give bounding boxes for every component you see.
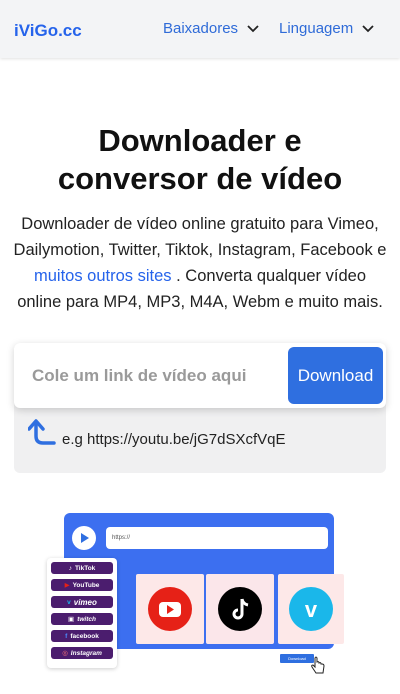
desc-line-4: online para MP4, MP3, M4A, Webm e muito … <box>17 293 383 311</box>
search-box: Download <box>14 343 386 408</box>
nav-baixadores-label: Baixadores <box>163 20 239 37</box>
video-link-input[interactable] <box>30 361 284 391</box>
tiktok-card <box>206 574 274 644</box>
desc-line-1: Downloader de vídeo online gratuito para… <box>21 215 379 233</box>
nav-linguagem-label: Linguagem <box>279 20 354 37</box>
logo[interactable]: iViGo.cc <box>14 21 82 41</box>
platform-youtube: ▶ YouTube <box>51 579 113 591</box>
other-sites-link[interactable]: muitos outros sites <box>34 267 172 285</box>
youtube-icon: ▶ <box>64 582 70 589</box>
youtube-icon <box>148 587 192 631</box>
facebook-icon: f <box>65 632 68 640</box>
search-panel: Download e.g https://youtu.be/jG7dSXcfVq… <box>14 343 386 473</box>
play-icon <box>72 526 96 550</box>
desc-line-2: Dailymotion, Twitter, Tiktok, Instagram,… <box>13 241 387 259</box>
platform-list: ♪ TikTok ▶ YouTube v vimeo ▣ twitch f faceboo… <box>47 558 117 668</box>
nav-baixadores[interactable]: Baixadores <box>163 20 259 37</box>
hero-illustration: https:// v ♪ TikTok ▶ YouTube v vimeo ▣ … <box>44 510 344 690</box>
nav-linguagem[interactable]: Linguagem <box>279 20 374 37</box>
tiktok-icon: ♪ <box>68 564 72 572</box>
platform-instagram: ◎ Instagram <box>51 647 113 659</box>
download-button[interactable]: Download <box>288 347 383 404</box>
title-line-1: Downloader e <box>98 123 302 158</box>
platform-vimeo: v vimeo <box>51 596 113 608</box>
title-line-2: conversor de vídeo <box>57 161 343 196</box>
platform-facebook: f facebook <box>51 630 113 642</box>
page-title: Downloader e conversor de vídeo <box>20 122 380 198</box>
vimeo-card: v <box>278 574 344 644</box>
description: Downloader de vídeo online gratuito para… <box>10 211 390 315</box>
desc-line-3: muitos outros sites . Converta qualquer … <box>10 263 390 289</box>
arrow-up-icon <box>28 418 56 445</box>
youtube-card <box>136 574 204 644</box>
desc-line-3-rest: . Converta qualquer vídeo <box>171 267 367 285</box>
chevron-down-icon <box>247 24 259 32</box>
vimeo-icon: v <box>67 598 71 606</box>
tiktok-icon <box>218 587 262 631</box>
platform-twitch: ▣ twitch <box>51 613 113 625</box>
platform-tiktok: ♪ TikTok <box>51 562 113 574</box>
chevron-down-icon <box>362 24 374 32</box>
example-url: e.g https://youtu.be/jG7dSXcfVqE <box>62 431 286 448</box>
svg-text:v: v <box>305 597 318 622</box>
twitch-icon: ▣ <box>68 616 75 623</box>
example-hint: e.g https://youtu.be/jG7dSXcfVqE <box>28 417 285 448</box>
url-bar-graphic: https:// <box>106 527 328 549</box>
hand-cursor-icon <box>311 656 325 674</box>
illustration-download-button: Download <box>280 654 314 663</box>
vimeo-icon: v <box>289 587 333 631</box>
header: iViGo.cc Baixadores Linguagem <box>0 0 400 58</box>
instagram-icon: ◎ <box>62 650 68 657</box>
